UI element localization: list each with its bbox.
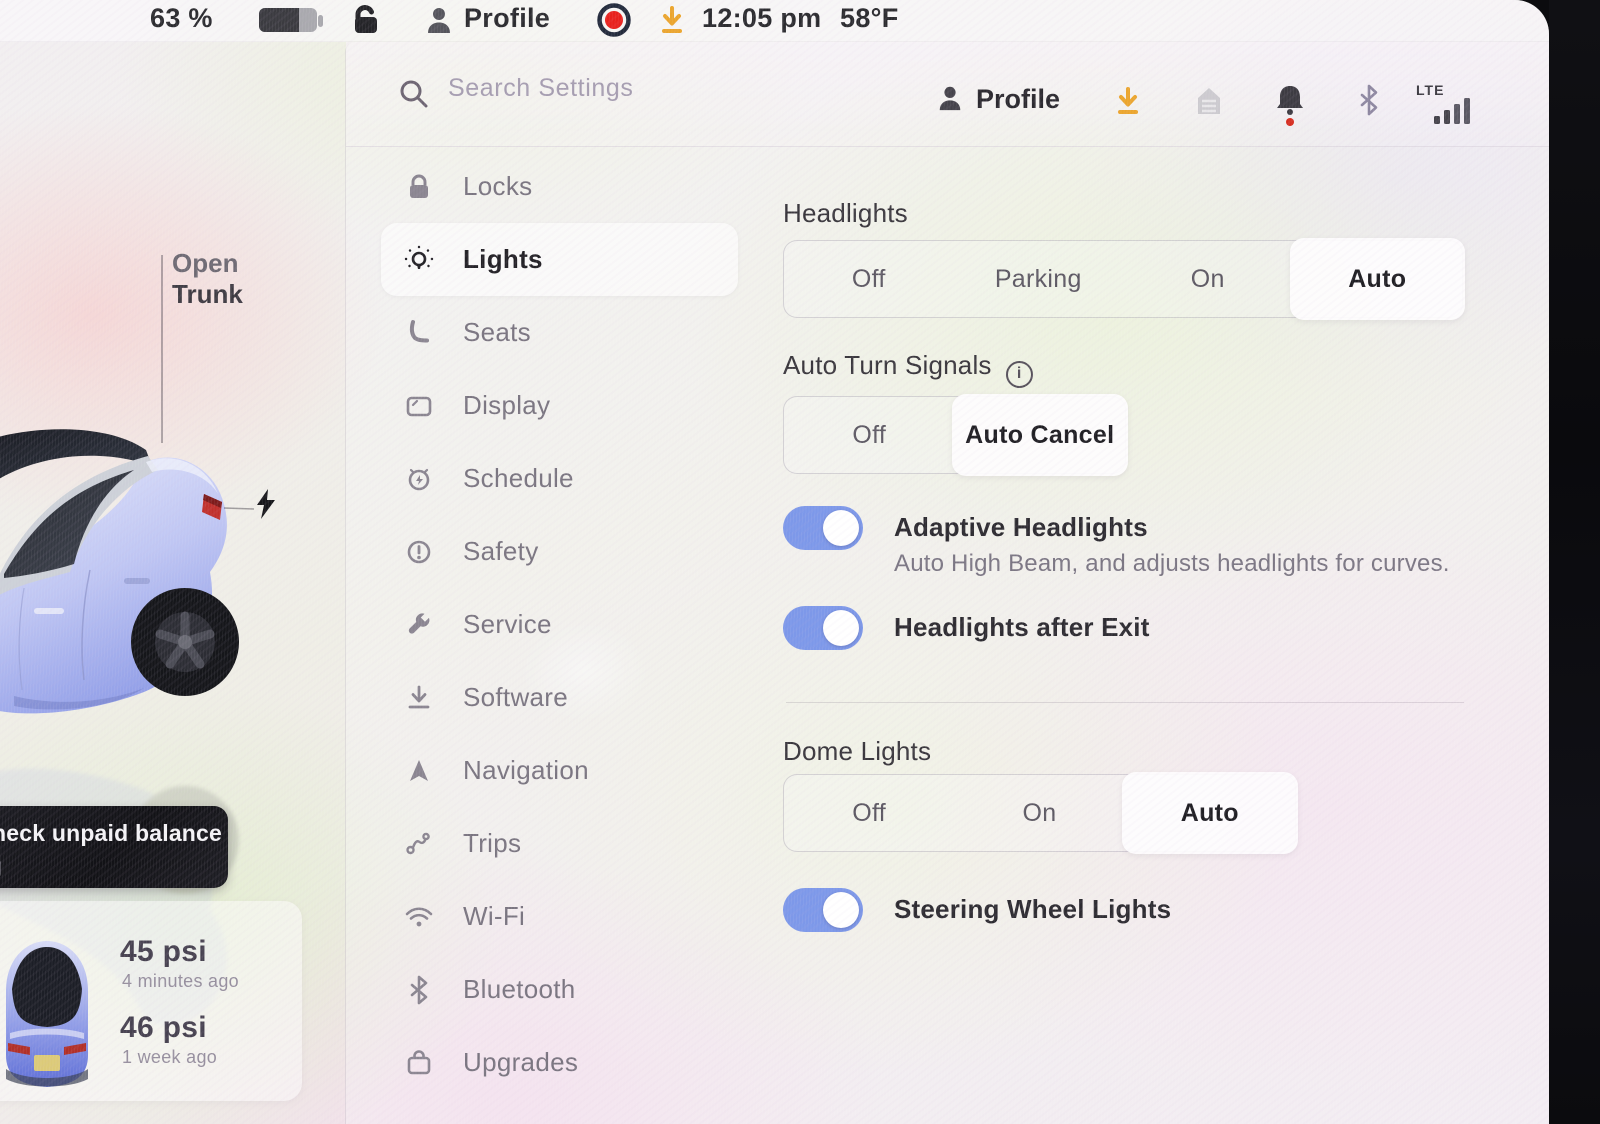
battery-icon bbox=[258, 7, 324, 35]
schedule-icon bbox=[403, 463, 435, 495]
adaptive-headlights-toggle[interactable] bbox=[783, 506, 863, 550]
wifi-icon bbox=[403, 901, 435, 933]
tire-pressure-rear-updated: 1 week ago bbox=[122, 1047, 217, 1068]
steering-wheel-lights-label: Steering Wheel Lights bbox=[894, 894, 1171, 925]
sidebar-item-service[interactable]: Service bbox=[381, 588, 738, 661]
download-icon[interactable] bbox=[658, 5, 686, 35]
sidebar-item-trips[interactable]: Trips bbox=[381, 807, 738, 880]
sidebar-item-seats[interactable]: Seats bbox=[381, 296, 738, 369]
status-bar: 63 % Profi bbox=[0, 0, 1549, 42]
toggle-knob bbox=[823, 610, 859, 646]
sidebar-item-schedule[interactable]: Schedule bbox=[381, 442, 738, 515]
headlights-after-exit-label: Headlights after Exit bbox=[894, 612, 1150, 643]
sidebar-item-upgrades[interactable]: Upgrades bbox=[381, 1026, 738, 1099]
headlights-option-auto[interactable]: Auto bbox=[1290, 238, 1466, 320]
dome-lights-segmented-control: Off On Auto bbox=[783, 774, 1296, 852]
seat-icon bbox=[403, 317, 435, 349]
sidebar-item-lights[interactable]: Lights bbox=[381, 223, 738, 296]
bag-icon bbox=[403, 1047, 435, 1079]
headlights-section-label: Headlights bbox=[783, 198, 908, 229]
topbar-profile-label[interactable]: Profile bbox=[464, 3, 550, 34]
info-icon[interactable]: i bbox=[1006, 361, 1033, 388]
tire-pressure-card[interactable]: 45 psi 4 minutes ago 46 psi 1 week ago bbox=[0, 901, 302, 1101]
headlights-option-on[interactable]: On bbox=[1123, 241, 1293, 317]
route-icon bbox=[403, 828, 435, 860]
dome-lights-option-auto[interactable]: Auto bbox=[1122, 772, 1298, 854]
header-bluetooth-icon[interactable] bbox=[1358, 84, 1380, 116]
trunk-pointer-line bbox=[161, 255, 163, 443]
dashboard-bezel bbox=[1549, 0, 1600, 1124]
signal-bars-icon bbox=[1434, 98, 1474, 124]
network-label: LTE bbox=[1416, 82, 1444, 98]
headlights-after-exit-row: Headlights after Exit bbox=[783, 606, 1463, 666]
unpaid-balance-toast[interactable]: heck unpaid balance g bbox=[0, 806, 228, 888]
tire-pressure-front: 45 psi bbox=[120, 935, 207, 969]
sidebar-item-safety[interactable]: Safety bbox=[381, 515, 738, 588]
header-profile-icon[interactable] bbox=[936, 84, 964, 112]
adaptive-headlights-description: Auto High Beam, and adjusts headlights f… bbox=[894, 550, 1450, 578]
toast-text: heck unpaid balance bbox=[0, 820, 218, 847]
charge-bolt-icon[interactable] bbox=[254, 488, 278, 520]
auto-turn-signals-label: Auto Turn Signals i bbox=[783, 350, 1033, 388]
profile-person-icon[interactable] bbox=[424, 5, 454, 35]
headlights-option-parking[interactable]: Parking bbox=[954, 241, 1124, 317]
download-icon bbox=[403, 682, 435, 714]
auto-turn-signals-segmented-control: Off Auto Cancel bbox=[783, 396, 1126, 474]
sidebar-item-display[interactable]: Display bbox=[381, 369, 738, 442]
settings-panel: Search Settings Profile bbox=[345, 42, 1549, 1124]
settings-sidebar: Locks Lights bbox=[346, 150, 746, 1099]
lock-icon bbox=[403, 171, 435, 203]
search-icon bbox=[398, 78, 430, 110]
header-download-icon[interactable] bbox=[1114, 86, 1142, 116]
temperature[interactable]: 58°F bbox=[840, 3, 899, 34]
toggle-knob bbox=[823, 892, 859, 928]
auto-turn-signals-text: Auto Turn Signals bbox=[783, 350, 992, 380]
tire-pressure-rear: 46 psi bbox=[120, 1011, 207, 1045]
open-trunk-button[interactable]: Open Trunk bbox=[172, 248, 243, 310]
sidebar-item-software[interactable]: Software bbox=[381, 661, 738, 734]
section-divider bbox=[786, 702, 1464, 703]
settings-search-bar[interactable]: Search Settings Profile bbox=[346, 42, 1549, 147]
car-wash-icon[interactable] bbox=[1194, 84, 1224, 118]
auto-turn-signals-option-auto-cancel[interactable]: Auto Cancel bbox=[952, 394, 1129, 476]
sidebar-item-navigation[interactable]: Navigation bbox=[381, 734, 738, 807]
open-trunk-line2: Trunk bbox=[172, 279, 243, 310]
dome-lights-section-label: Dome Lights bbox=[783, 736, 931, 767]
sidebar-item-bluetooth[interactable]: Bluetooth bbox=[381, 953, 738, 1026]
steering-wheel-lights-toggle[interactable] bbox=[783, 888, 863, 932]
clock: 12:05 pm bbox=[702, 3, 821, 34]
navigation-icon bbox=[403, 755, 435, 787]
tire-pressure-front-updated: 4 minutes ago bbox=[122, 971, 239, 992]
wrench-icon bbox=[403, 609, 435, 641]
unlock-icon[interactable] bbox=[349, 3, 383, 37]
sidebar-item-locks[interactable]: Locks bbox=[381, 150, 738, 223]
lightbulb-icon bbox=[403, 244, 435, 276]
dome-lights-option-off[interactable]: Off bbox=[784, 775, 954, 851]
notifications-bell-icon[interactable] bbox=[1274, 82, 1306, 126]
display-icon bbox=[403, 390, 435, 422]
toggle-knob bbox=[823, 510, 859, 546]
adaptive-headlights-label: Adaptive Headlights bbox=[894, 512, 1148, 543]
headlights-segmented-control: Off Parking On Auto bbox=[783, 240, 1463, 318]
auto-turn-signals-option-off[interactable]: Off bbox=[784, 397, 955, 473]
toast-text-2: g bbox=[0, 853, 218, 880]
steering-wheel-lights-row: Steering Wheel Lights bbox=[783, 888, 1463, 948]
headlights-option-off[interactable]: Off bbox=[784, 241, 954, 317]
tire-car-thumbnail bbox=[0, 929, 100, 1097]
adaptive-headlights-row: Adaptive Headlights Auto High Beam, and … bbox=[783, 506, 1463, 596]
search-input[interactable]: Search Settings bbox=[448, 74, 634, 103]
safety-icon bbox=[403, 536, 435, 568]
sidebar-item-wifi[interactable]: Wi-Fi bbox=[381, 880, 738, 953]
headlights-after-exit-toggle[interactable] bbox=[783, 606, 863, 650]
header-profile-label[interactable]: Profile bbox=[976, 84, 1060, 115]
display-area: 63 % Profi bbox=[0, 0, 1549, 1124]
open-trunk-line1: Open bbox=[172, 248, 243, 279]
dome-lights-option-on[interactable]: On bbox=[954, 775, 1124, 851]
bluetooth-icon bbox=[403, 974, 435, 1006]
record-icon[interactable] bbox=[597, 3, 631, 37]
vehicle-visualization[interactable] bbox=[0, 428, 250, 740]
battery-percent: 63 % bbox=[150, 3, 213, 34]
tesla-touchscreen: 63 % Profi bbox=[0, 0, 1600, 1124]
charge-port-line bbox=[224, 504, 254, 512]
